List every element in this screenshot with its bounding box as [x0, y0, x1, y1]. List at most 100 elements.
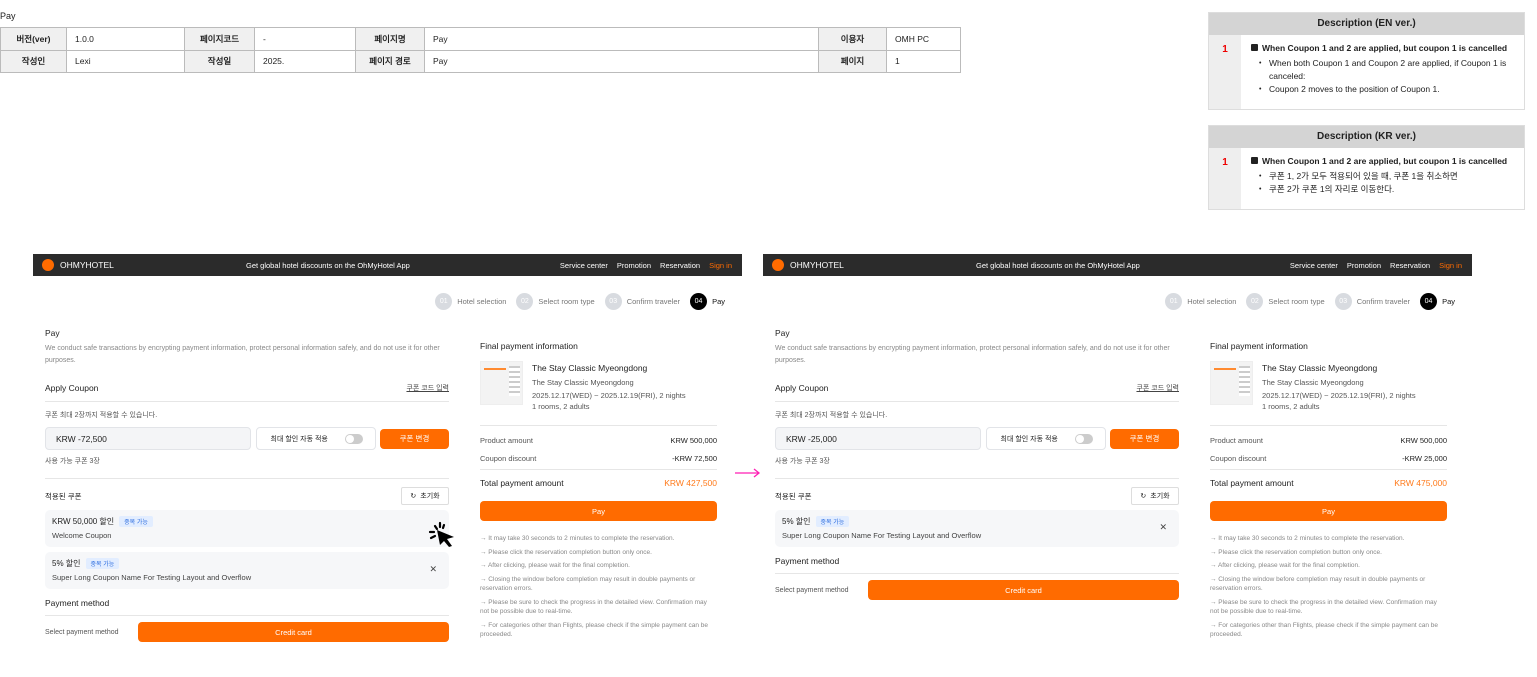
- meta-label: 페이지 경로: [355, 49, 425, 73]
- final-payment-title: Final payment information: [1210, 341, 1308, 351]
- product-amount: KRW 500,000: [670, 436, 717, 445]
- nav-link[interactable]: Reservation: [660, 261, 700, 270]
- hotel-name: The Stay Classic Myeongdong: [532, 363, 648, 373]
- payment-method-title: Payment method: [45, 598, 449, 616]
- hotel-subtitle: The Stay Classic Myeongdong: [532, 378, 634, 387]
- sign-in-link[interactable]: Sign in: [1439, 261, 1462, 270]
- payment-note: → It may take 30 seconds to 2 minutes to…: [1210, 535, 1405, 542]
- available-coupons: 사용 가능 쿠폰 3장: [45, 450, 449, 479]
- description-title: When Coupon 1 and 2 are applied, but cou…: [1251, 156, 1518, 166]
- promo-banner[interactable]: Get global hotel discounts on the OhMyHo…: [246, 261, 410, 270]
- total-amount: KRW 427,500: [664, 478, 717, 488]
- coupon-amount-input[interactable]: KRW -25,000: [775, 427, 981, 450]
- select-payment-label: Select payment method: [45, 628, 119, 636]
- step-label: Confirm traveler: [626, 297, 681, 306]
- pay-button[interactable]: Pay: [1210, 501, 1447, 521]
- applied-coupon-card[interactable]: KRW 50,000 할인 중복 가능 Welcome Coupon: [45, 510, 454, 547]
- transition-arrow-icon: [735, 468, 761, 478]
- coupon-amount: 5% 할인: [52, 559, 81, 568]
- description-box: Description (EN ver.) 1 When Coupon 1 an…: [1208, 12, 1525, 110]
- description-bullet: 쿠폰 2가 쿠폰 1의 자리로 이동한다.: [1259, 183, 1518, 196]
- credit-card-button[interactable]: Credit card: [868, 580, 1179, 600]
- description-bullet: Coupon 2 moves to the position of Coupon…: [1259, 83, 1518, 96]
- reset-label: 초기화: [420, 493, 440, 500]
- remove-coupon-icon[interactable]: ✕: [1159, 522, 1167, 533]
- credit-card-button[interactable]: Credit card: [138, 622, 449, 642]
- apply-coupon-title: Apply Coupon: [45, 383, 99, 393]
- coupon-amount-input[interactable]: KRW -72,500: [45, 427, 251, 450]
- applied-coupons-title: 적용된 쿠폰: [45, 491, 82, 501]
- pay-title: Pay: [45, 328, 60, 338]
- change-coupon-button[interactable]: 쿠폰 변경: [380, 428, 449, 449]
- applied-coupon-card[interactable]: 5% 할인 중복 가능 Super Long Coupon Name For Te…: [775, 510, 1179, 547]
- description-number: 1: [1209, 35, 1241, 109]
- click-cursor-icon: [428, 521, 454, 547]
- nav-link[interactable]: Service center: [1290, 261, 1338, 270]
- logo-text: OHMYHOTEL: [60, 260, 114, 270]
- meta-label: 작성인: [0, 49, 67, 73]
- step-indicator: 01 Hotel selection 02 Select room type 03 Con…: [435, 293, 730, 310]
- payment-note: → Closing the window before completion m…: [480, 575, 696, 593]
- sign-in-link[interactable]: Sign in: [709, 261, 732, 270]
- nav-link[interactable]: Service center: [560, 261, 608, 270]
- coupon-discount-label: Coupon discount: [480, 454, 537, 463]
- hotel-thumbnail: [1210, 361, 1253, 405]
- step-label: Select room type: [538, 297, 595, 306]
- coupon-amount-value: KRW -72,500: [56, 433, 107, 444]
- payment-note: → Please be sure to check the progress i…: [480, 598, 707, 616]
- promo-banner[interactable]: Get global hotel discounts on the OhMyHo…: [976, 261, 1140, 270]
- nav-link[interactable]: Promotion: [617, 261, 651, 270]
- coupon-limit-info: 쿠폰 최대 2장까지 적용할 수 있습니다.: [775, 412, 888, 419]
- payment-note: → Please click the reservation completio…: [1210, 548, 1382, 556]
- coupon-discount: -KRW 25,000: [1402, 454, 1447, 463]
- pay-screen: OHMYHOTEL Get global hotel discounts on …: [33, 254, 742, 674]
- step-indicator: 01 Hotel selection 02 Select room type 03 Con…: [1165, 293, 1460, 310]
- pay-screen: OHMYHOTEL Get global hotel discounts on …: [763, 254, 1472, 674]
- coupon-name: Welcome Coupon: [52, 531, 112, 540]
- description-header: Description (KR ver.): [1209, 126, 1524, 148]
- remove-coupon-icon[interactable]: ✕: [429, 564, 437, 575]
- meta-value: Pay: [424, 27, 819, 51]
- product-amount-label: Product amount: [1210, 436, 1263, 445]
- pay-button[interactable]: Pay: [480, 501, 717, 521]
- logo[interactable]: OHMYHOTEL: [42, 259, 114, 271]
- step-label: Hotel selection: [1187, 297, 1237, 306]
- available-coupons: 사용 가능 쿠폰 3장: [775, 450, 1179, 479]
- coupon-name: Super Long Coupon Name For Testing Layou…: [782, 531, 982, 540]
- meta-value: OMH PC: [886, 27, 961, 51]
- page-label: Pay: [0, 11, 16, 21]
- pay-title: Pay: [775, 328, 790, 338]
- stay-dates: 2025.12.17(WED) ~ 2025.12.19(FRI), 2 nig…: [1262, 391, 1416, 400]
- coupon-discount-label: Coupon discount: [1210, 454, 1267, 463]
- coupon-code-link[interactable]: 쿠폰 코드 입력: [406, 383, 449, 393]
- auto-apply-toggle[interactable]: [344, 433, 363, 444]
- reset-button[interactable]: ↻ 초기화: [1131, 487, 1179, 505]
- total-label: Total payment amount: [1210, 478, 1294, 488]
- auto-apply-toggle-box[interactable]: 최대 할인 자동 적용: [985, 427, 1106, 450]
- auto-apply-toggle[interactable]: [1074, 433, 1093, 444]
- meta-row: 작성인 Lexi 작성일 2025. 페이지 경로 Pay 페이지 1: [0, 49, 961, 73]
- logo-icon: [772, 259, 784, 271]
- coupon-discount: -KRW 72,500: [672, 454, 717, 463]
- meta-value: 2025.: [254, 49, 356, 73]
- nav-link[interactable]: Promotion: [1347, 261, 1381, 270]
- description-header: Description (EN ver.): [1209, 13, 1524, 35]
- coupon-code-link[interactable]: 쿠폰 코드 입력: [1136, 383, 1179, 393]
- step-label: Hotel selection: [457, 297, 507, 306]
- total-label: Total payment amount: [480, 478, 564, 488]
- auto-apply-label: 최대 할인 자동 적용: [270, 435, 328, 443]
- reset-button[interactable]: ↻ 초기화: [401, 487, 449, 505]
- description-box: Description (KR ver.) 1 When Coupon 1 an…: [1208, 125, 1525, 210]
- change-coupon-button[interactable]: 쿠폰 변경: [1110, 428, 1179, 449]
- applied-coupon-card[interactable]: 5% 할인 중복 가능 Super Long Coupon Name For Te…: [45, 552, 449, 589]
- logo[interactable]: OHMYHOTEL: [772, 259, 844, 271]
- auto-apply-toggle-box[interactable]: 최대 할인 자동 적용: [255, 427, 376, 450]
- nav-link[interactable]: Reservation: [1390, 261, 1430, 270]
- step-label: Pay: [712, 297, 725, 306]
- step-number: 03: [1334, 293, 1352, 310]
- coupon-amount: KRW 50,000 할인: [52, 517, 115, 526]
- step-number: 02: [1246, 293, 1264, 310]
- auto-apply-label: 최대 할인 자동 적용: [1000, 435, 1058, 443]
- reset-icon: ↻: [410, 493, 417, 500]
- payment-note: → After clicking, please wait for the fi…: [1210, 562, 1360, 569]
